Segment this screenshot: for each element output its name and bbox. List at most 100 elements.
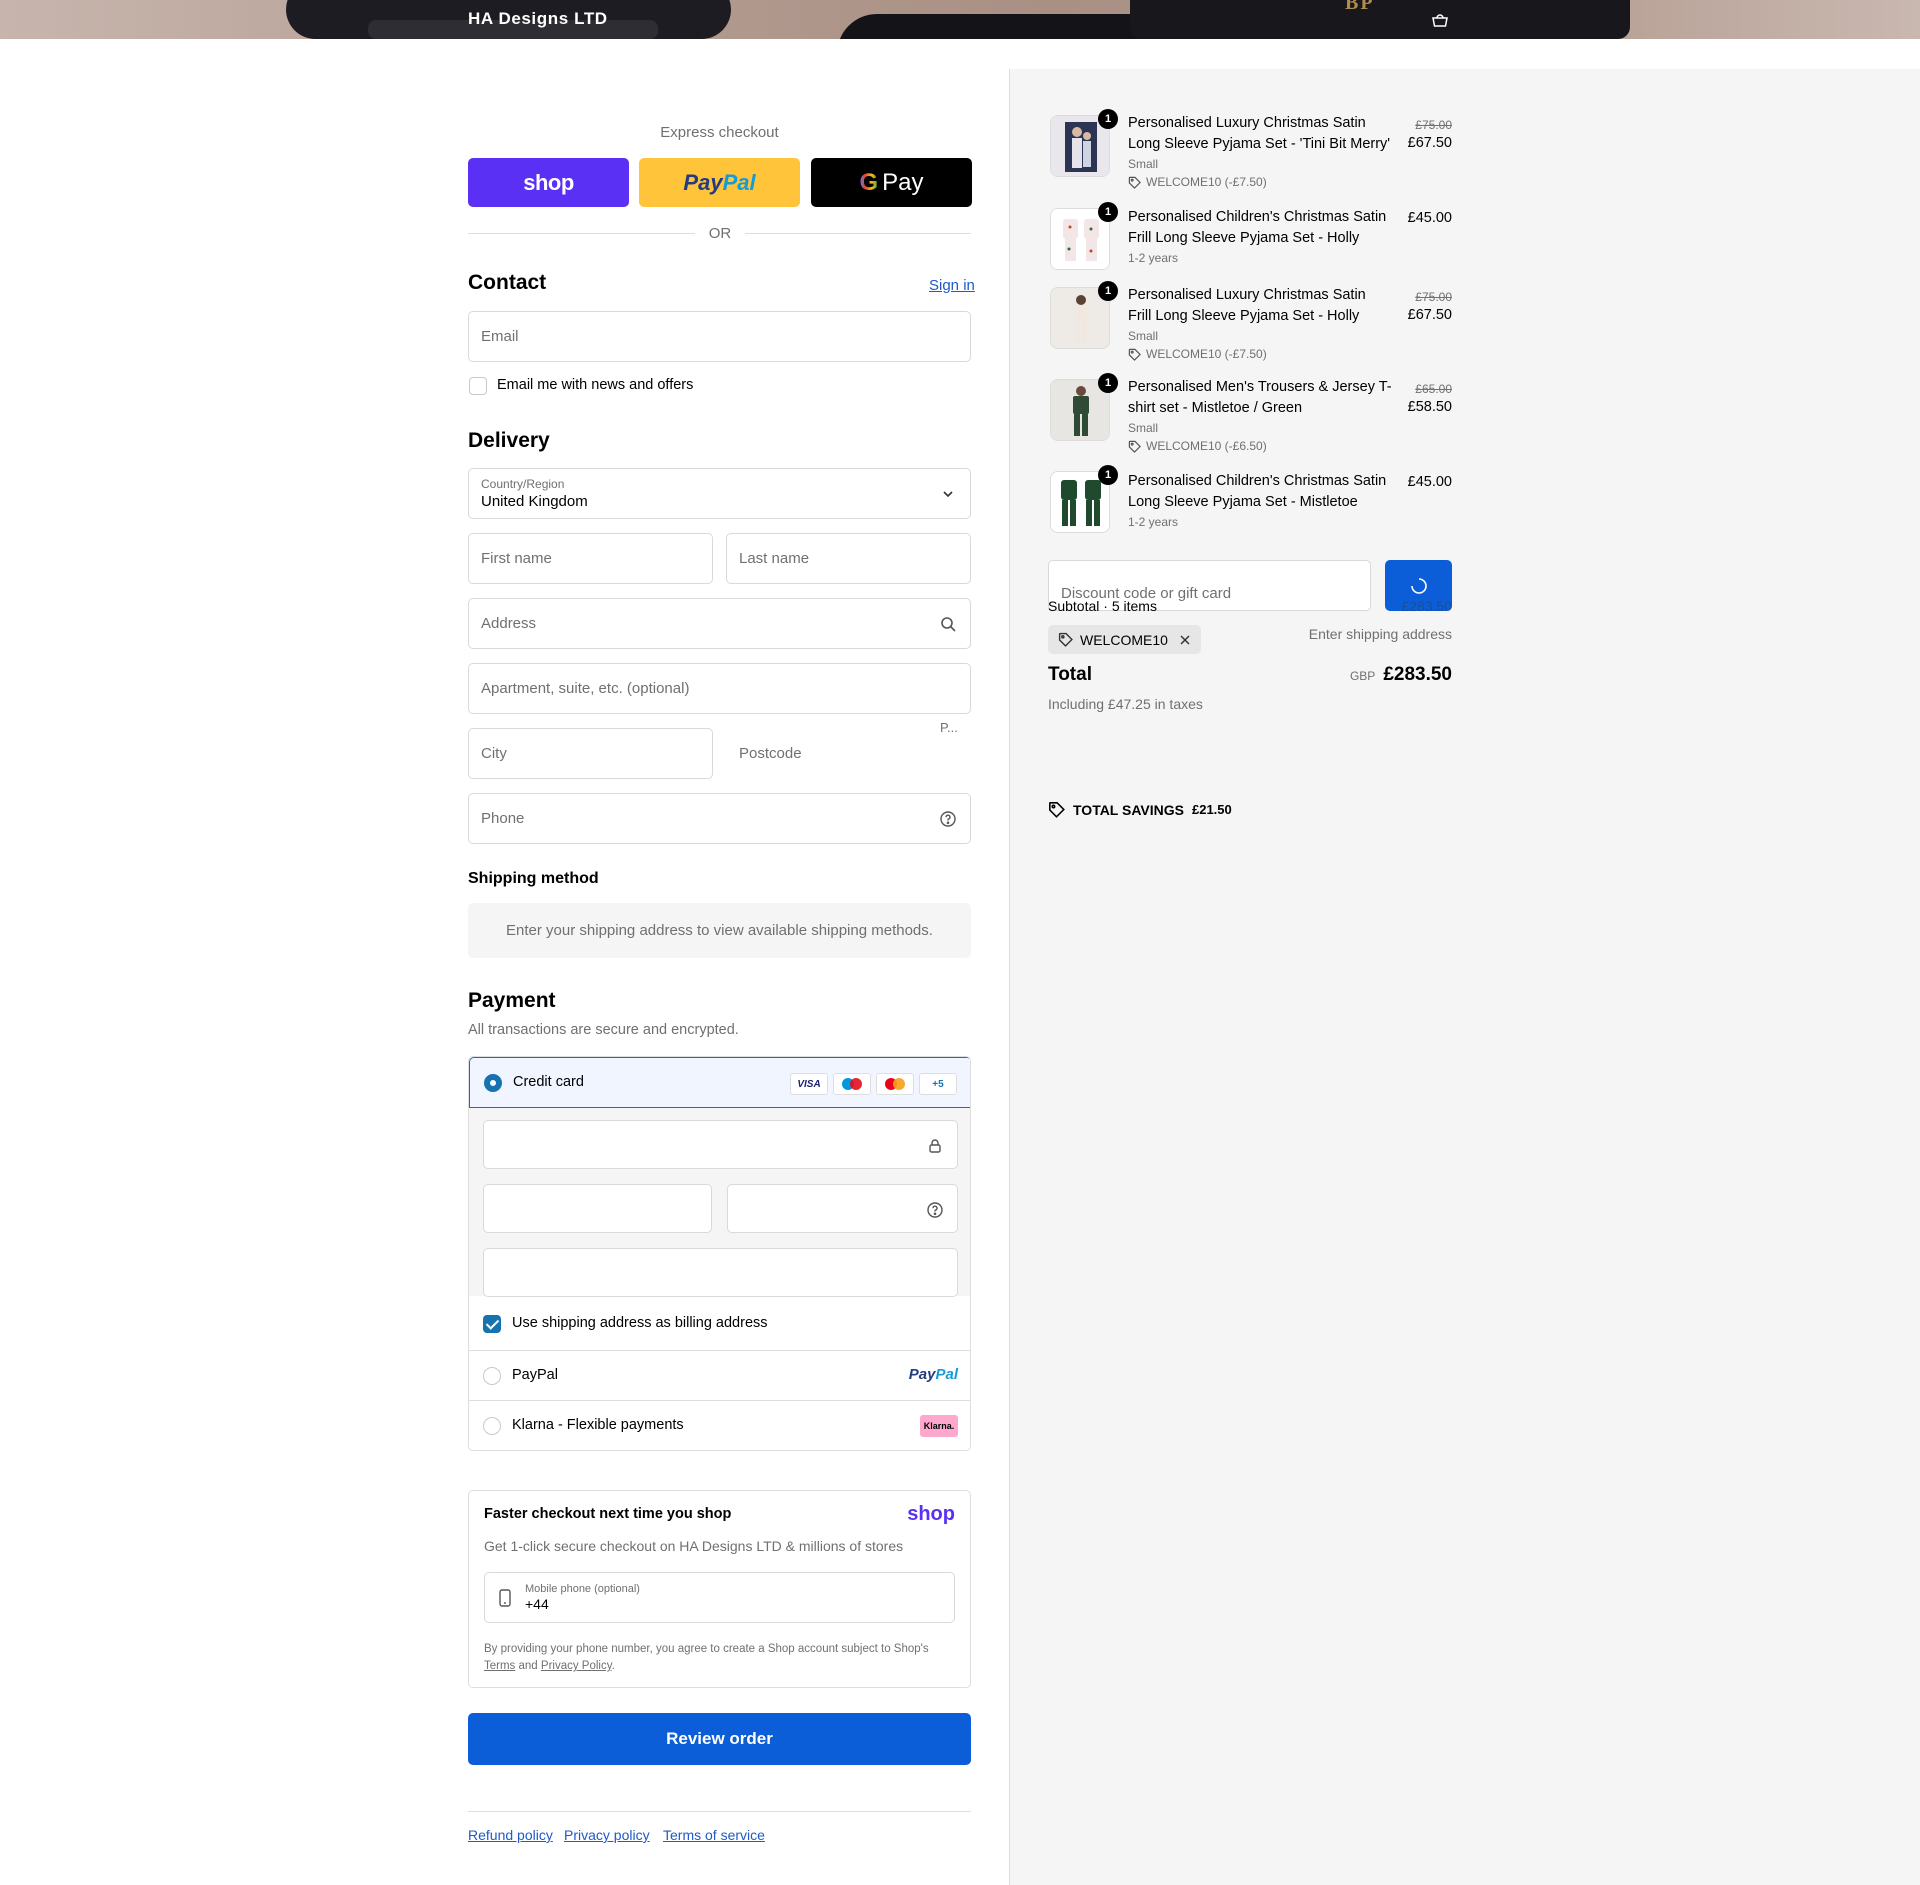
shop-logo: shop (907, 1503, 955, 1525)
item-variant: 1-2 years (1128, 515, 1179, 529)
postcode-placeholder: Postcode (739, 745, 802, 762)
delivery-title: Delivery (468, 429, 550, 452)
tag-icon (1128, 348, 1141, 361)
address-field[interactable]: Address (468, 598, 971, 649)
security-code-field[interactable] (727, 1184, 958, 1233)
subtotal-label: Subtotal · 5 items (1048, 598, 1157, 614)
newsletter-checkbox[interactable] (469, 377, 487, 395)
subtotal-value: £283.50 (1401, 598, 1452, 614)
credit-card-option[interactable]: Credit card VISA +5 (469, 1057, 970, 1108)
paypal-logo: PayPal (909, 1366, 958, 1383)
phone-field[interactable]: Phone (468, 793, 971, 844)
taxes-note: Including £47.25 in taxes (1048, 696, 1203, 712)
email-field[interactable]: Email (468, 311, 971, 362)
city-placeholder: City (481, 745, 507, 762)
item-price: £67.50 (1407, 135, 1452, 151)
mobile-phone-field[interactable]: Mobile phone (optional) +44 (484, 1572, 955, 1623)
city-field[interactable]: City (468, 728, 713, 779)
country-label: Country/Region (481, 477, 565, 491)
review-order-button[interactable]: Review order (468, 1713, 971, 1765)
billing-address-checkbox[interactable] (483, 1315, 501, 1333)
shipping-method-title: Shipping method (468, 870, 599, 887)
card-number-field[interactable] (483, 1120, 958, 1169)
shipping-methods-placeholder: Enter your shipping address to view avai… (468, 903, 971, 958)
klarna-logo: Klarna. (920, 1415, 958, 1437)
maestro-icon (833, 1073, 871, 1095)
email-placeholder: Email (481, 328, 519, 345)
item-name: Personalised Children's Christmas Satin … (1128, 209, 1387, 246)
banner-monogram: BP (1345, 0, 1375, 14)
total-value: £283.50 (1383, 664, 1452, 685)
divider (468, 233, 695, 234)
item-discount-text: WELCOME10 (-£7.50) (1146, 347, 1267, 361)
more-cards-badge: +5 (919, 1073, 957, 1095)
shop-pay-optin: Faster checkout next time you shop shop … (468, 1490, 971, 1688)
apartment-field[interactable]: Apartment, suite, etc. (optional) (468, 663, 971, 714)
tag-icon (1058, 632, 1073, 647)
item-discount: WELCOME10 (-£7.50) (1128, 347, 1267, 361)
divider (745, 233, 971, 234)
item-name: Personalised Luxury Christmas Satin Fril… (1128, 287, 1366, 324)
mobile-phone-icon (499, 1589, 511, 1607)
country-select[interactable]: Country/Region United Kingdom (468, 468, 971, 519)
shop-pay-button[interactable]: shop (468, 158, 629, 207)
expiry-field[interactable] (483, 1184, 712, 1233)
search-icon (941, 617, 956, 632)
item-discount: WELCOME10 (-£6.50) (1128, 439, 1267, 453)
chevron-down-icon (943, 491, 953, 498)
newsletter-label: Email me with news and offers (497, 377, 694, 393)
item-price: £67.50 (1407, 307, 1452, 323)
first-name-field[interactable]: First name (468, 533, 713, 584)
applied-discount-code: WELCOME10 (1080, 631, 1168, 648)
mobile-phone-label: Mobile phone (optional) (525, 1583, 640, 1595)
klarna-option[interactable]: Klarna - Flexible payments Klarna. (469, 1400, 970, 1450)
last-name-field[interactable]: Last name (726, 533, 971, 584)
item-variant: Small (1128, 157, 1159, 171)
item-name: Personalised Men's Trousers & Jersey T-s… (1128, 379, 1392, 416)
sign-in-link[interactable]: Sign in (929, 277, 975, 294)
shop-legal-period: . (611, 1660, 615, 1672)
quantity-badge: 1 (1098, 373, 1118, 393)
paypal-logo-text: Pal (935, 1366, 958, 1383)
credit-card-radio[interactable] (484, 1074, 502, 1092)
item-name: Personalised Children's Christmas Satin … (1128, 473, 1387, 510)
close-icon[interactable] (1179, 634, 1191, 646)
last-name-placeholder: Last name (739, 550, 810, 567)
item-original-price: £65.00 (1415, 382, 1452, 396)
cart-icon[interactable] (1430, 10, 1450, 30)
shop-terms-link[interactable]: Terms (484, 1660, 515, 1672)
shop-privacy-link[interactable]: Privacy Policy (541, 1660, 612, 1672)
total-label: Total (1048, 664, 1092, 685)
privacy-policy-link[interactable]: Privacy policy (564, 1827, 650, 1843)
address-placeholder: Address (481, 615, 537, 632)
name-on-card-field[interactable] (483, 1248, 958, 1297)
klarna-option-label: Klarna - Flexible payments (512, 1417, 684, 1433)
paypal-logo-text: Pay (908, 1366, 936, 1383)
refund-policy-link[interactable]: Refund policy (468, 1827, 553, 1843)
help-icon[interactable] (926, 1201, 944, 1219)
tag-icon (1049, 802, 1065, 818)
klarna-radio[interactable] (483, 1417, 501, 1435)
banner-image-bag (1130, 0, 1630, 39)
item-price: £45.00 (1407, 210, 1452, 226)
paypal-option-label: PayPal (512, 1367, 558, 1383)
postcode-field[interactable]: Postcode (726, 728, 971, 779)
paypal-option[interactable]: PayPal PayPal (469, 1350, 970, 1400)
paypal-label: Pal (722, 169, 756, 195)
paypal-button[interactable]: Pay Pal (639, 158, 800, 207)
item-variant: Small (1128, 329, 1159, 343)
help-icon[interactable] (939, 810, 957, 828)
google-g-icon: G (859, 168, 879, 196)
shop-optin-title: Faster checkout next time you shop (484, 1506, 732, 1522)
google-pay-button[interactable]: G Pay (811, 158, 972, 207)
mobile-phone-value: +44 (525, 1596, 549, 1612)
paypal-radio[interactable] (483, 1367, 501, 1385)
review-order-label: Review order (666, 1729, 773, 1748)
tag-icon (1128, 440, 1141, 453)
item-price: £58.50 (1407, 399, 1452, 415)
item-variant: Small (1128, 421, 1159, 435)
terms-of-service-link[interactable]: Terms of service (663, 1827, 765, 1843)
shop-legal-prefix: By providing your phone number, you agre… (484, 1643, 929, 1655)
quantity-badge: 1 (1098, 281, 1118, 301)
store-logo[interactable]: HA Designs LTD (468, 9, 608, 29)
